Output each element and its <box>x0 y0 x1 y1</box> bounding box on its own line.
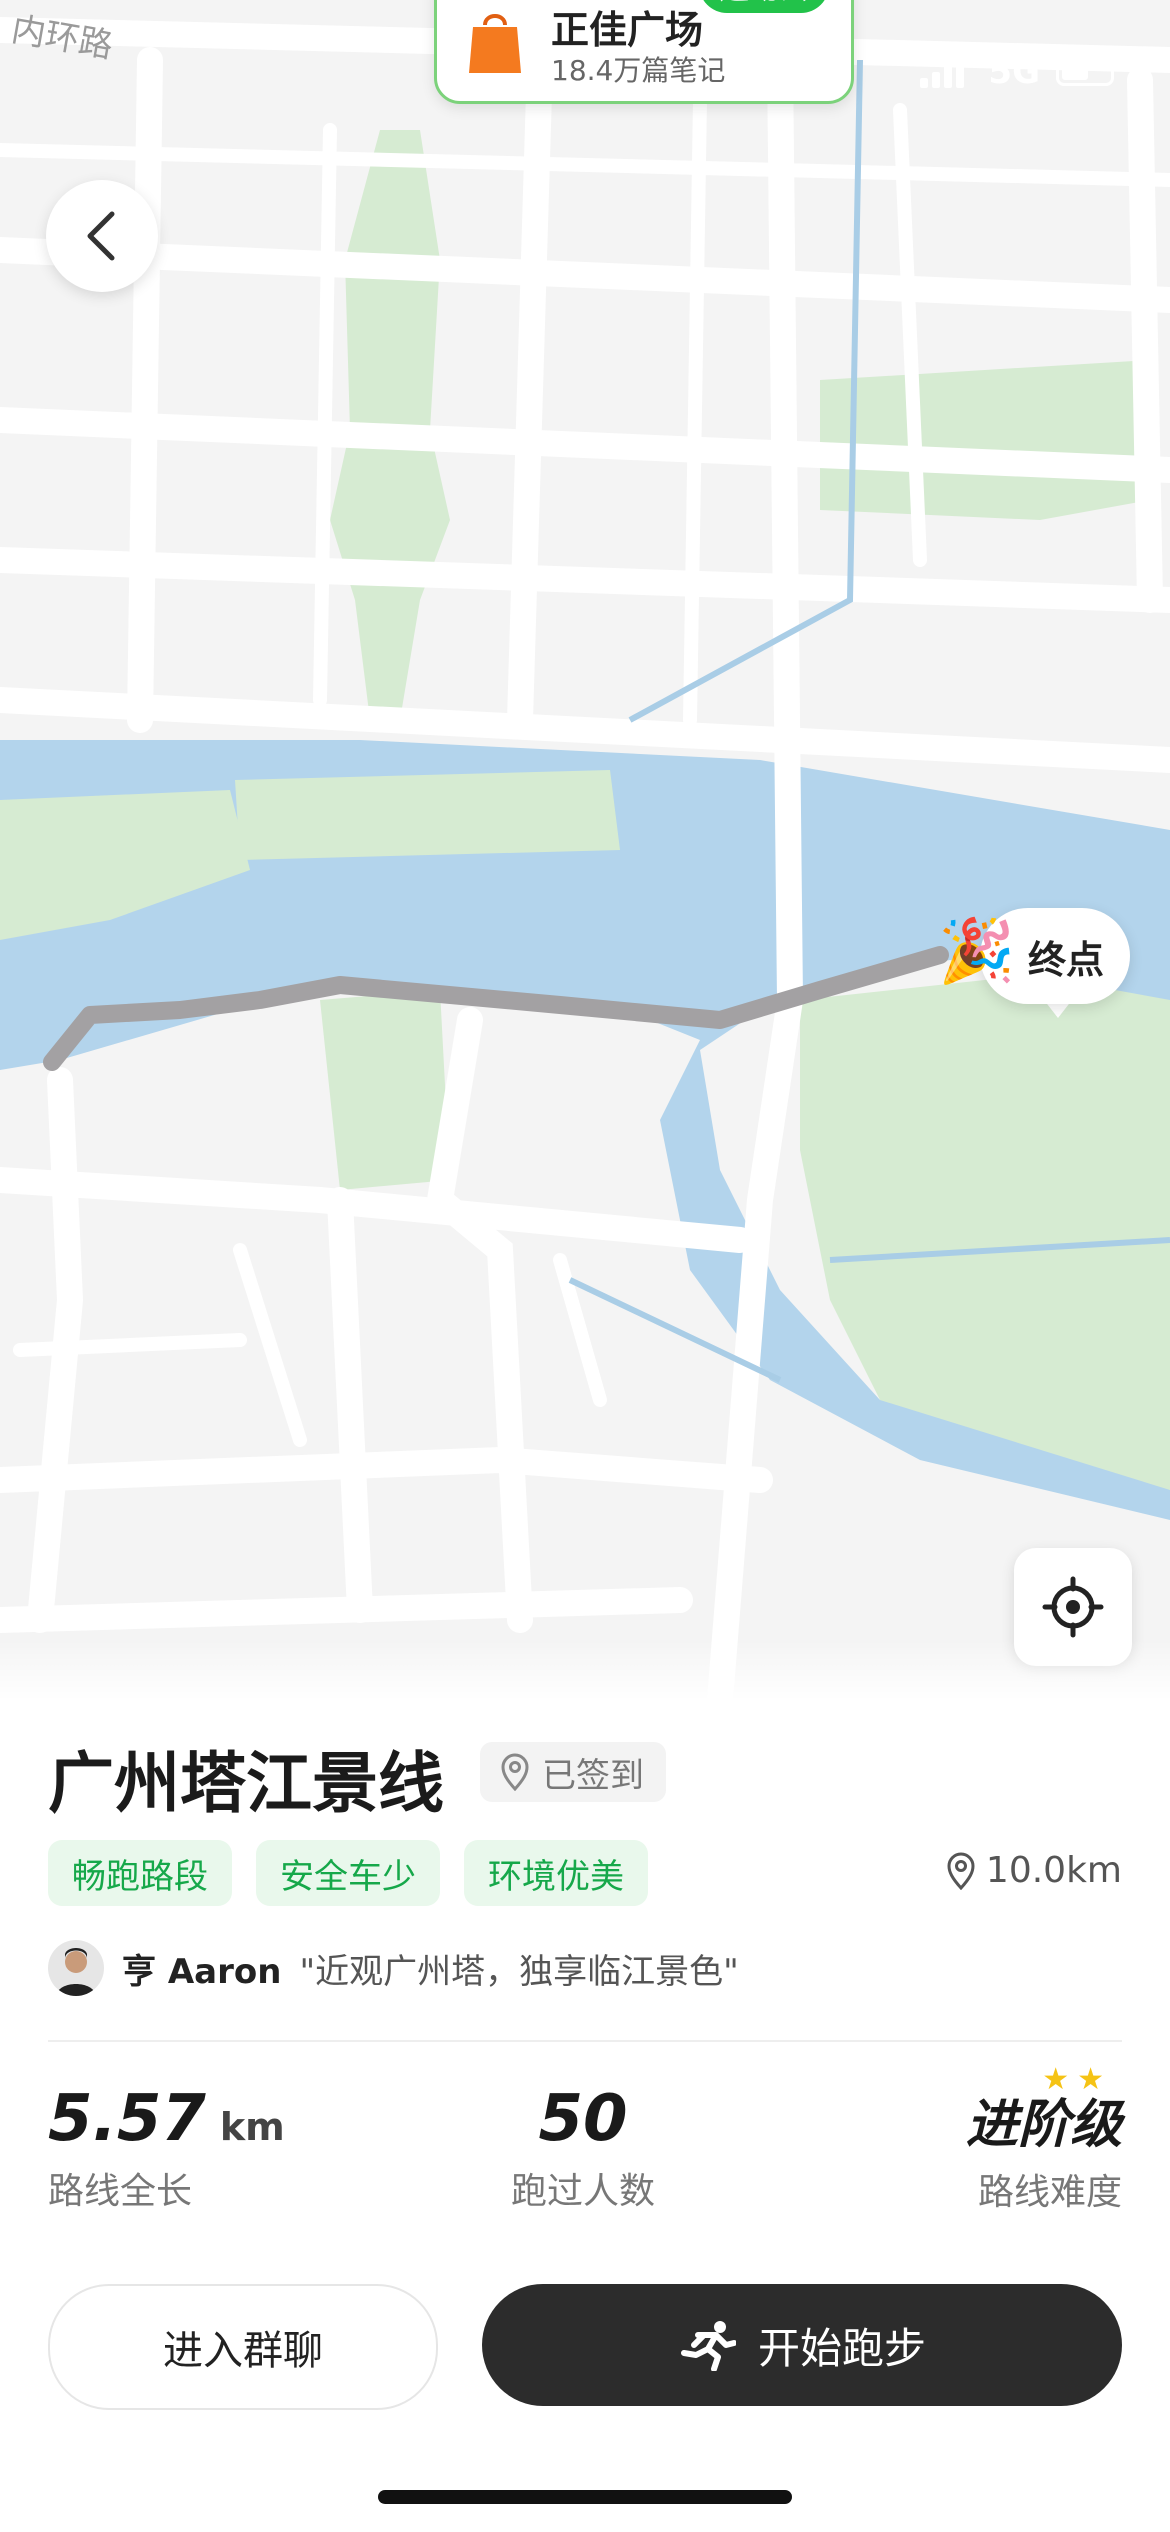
difficulty-value: 进阶级 <box>965 2095 1122 2155</box>
stat-runners: 50 跑过人数 <box>508 2082 658 2214</box>
poi-card[interactable]: 正佳广场 18.4万篇笔记 运动会 <box>434 0 854 104</box>
route-title: 广州塔江景线 <box>48 1745 444 1822</box>
length-unit: km <box>219 2105 285 2149</box>
shopping-bag-icon <box>467 9 523 73</box>
signal-icon <box>920 58 964 88</box>
status-network: 5G <box>988 52 1040 92</box>
runners-label: 跑过人数 <box>510 2171 655 2212</box>
length-value: 5.57 <box>48 2082 206 2156</box>
group-chat-label: 进入群聊 <box>163 2328 323 2374</box>
crosshair-icon <box>1042 1576 1104 1638</box>
map-view[interactable]: 内环路 <box>0 0 1170 1700</box>
stat-difficulty: ★★ 进阶级 路线难度 <box>965 2062 1122 2215</box>
distance-value: 10.0km <box>985 1850 1122 1891</box>
network-label: 5G <box>988 52 1040 92</box>
author-quote: "近观广州塔，独享临江景色" <box>299 1951 739 1992</box>
location-pin-icon <box>947 1852 975 1890</box>
group-chat-button[interactable]: 进入群聊 <box>48 2284 438 2410</box>
length-label: 路线全长 <box>48 2171 193 2212</box>
end-marker-label: 终点 <box>1027 937 1104 982</box>
route-tag: 畅跑路段 <box>48 1840 232 1906</box>
location-pin-icon <box>501 1753 529 1791</box>
difficulty-label: 路线难度 <box>977 2172 1122 2213</box>
route-tags: 畅跑路段 安全车少 环境优美 <box>48 1840 648 1906</box>
route-tag: 安全车少 <box>256 1840 440 1906</box>
stat-length: 5.57 km 路线全长 <box>48 2082 285 2214</box>
avatar[interactable] <box>48 1940 104 1996</box>
start-run-button[interactable]: 开始跑步 <box>482 2284 1122 2406</box>
route-author[interactable]: 亨 Aaron "近观广州塔，独享临江景色" <box>48 1940 739 1996</box>
poi-badge: 运动会 <box>699 0 829 13</box>
home-indicator[interactable] <box>378 2490 792 2504</box>
start-run-label: 开始跑步 <box>757 2323 926 2373</box>
author-name: 亨 Aaron <box>122 1951 282 1992</box>
party-popper-icon: 🎉 <box>938 914 1016 987</box>
route-distance: 10.0km <box>946 1850 1122 1891</box>
battery-icon <box>1056 60 1114 86</box>
runner-icon <box>680 2321 736 2371</box>
route-tag: 环境优美 <box>464 1840 648 1906</box>
back-button[interactable] <box>46 180 158 292</box>
runners-value: 50 <box>538 2082 628 2156</box>
checkin-badge: 已签到 <box>480 1742 666 1802</box>
divider <box>48 2040 1122 2042</box>
checkin-label: 已签到 <box>542 1755 644 1796</box>
difficulty-stars: ★★ <box>1042 2062 1112 2097</box>
poi-title: 正佳广场 <box>551 8 704 52</box>
poi-subtitle: 18.4万篇笔记 <box>551 54 726 87</box>
chevron-left-icon <box>87 211 115 261</box>
